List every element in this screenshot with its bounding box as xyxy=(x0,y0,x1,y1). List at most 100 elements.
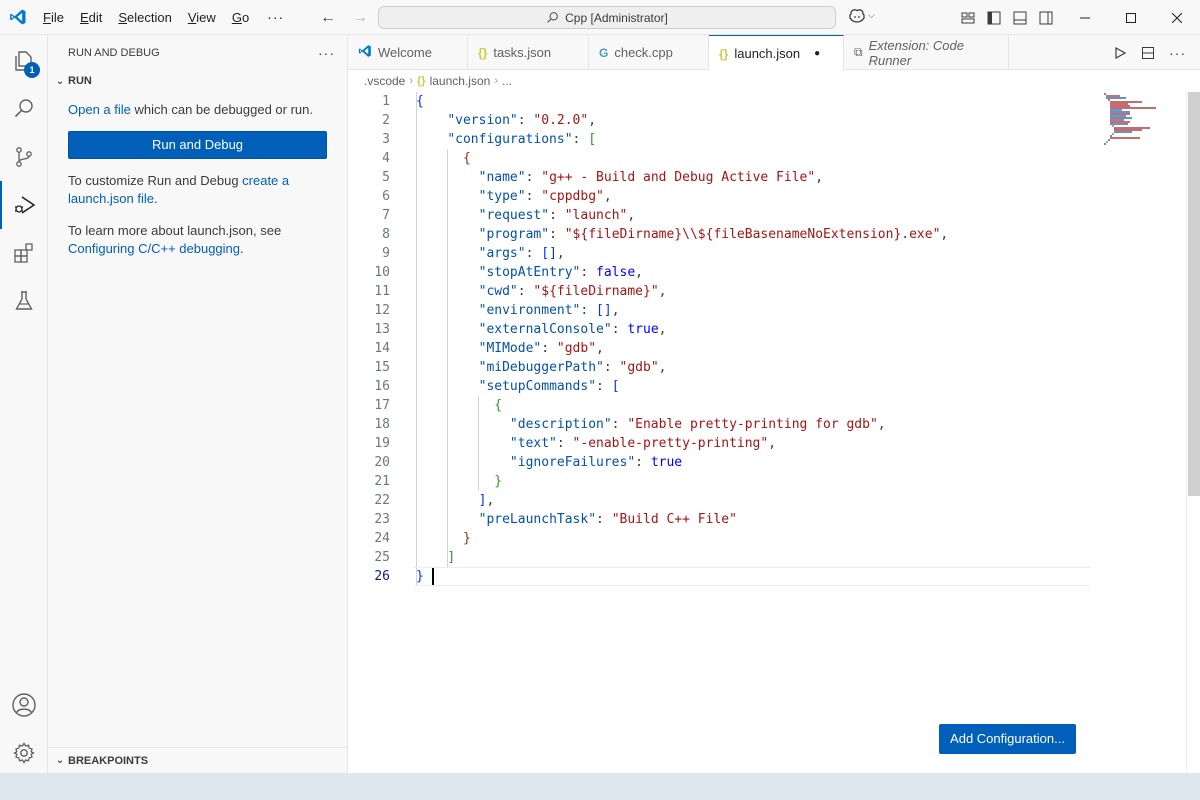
toggle-secondary-sidebar-icon[interactable] xyxy=(1038,10,1054,26)
toggle-panel-icon[interactable] xyxy=(1012,10,1028,26)
add-configuration-button[interactable]: Add Configuration... xyxy=(939,724,1076,754)
sidebar-more-actions-icon[interactable]: ··· xyxy=(318,45,335,61)
breadcrumb-tail[interactable]: ... xyxy=(502,74,512,88)
learn-text-end: . xyxy=(240,241,244,256)
code-token: "request" xyxy=(478,208,550,223)
menu-item-file[interactable]: File xyxy=(35,0,72,35)
command-center-search[interactable]: Cpp [Administrator] xyxy=(378,6,836,29)
code-editor[interactable]: 1{2 "version": "0.2.0", 3 "configurations… xyxy=(348,92,1188,586)
code-line[interactable]: 12 "environment": [], xyxy=(348,301,1188,320)
code-line[interactable]: 21 } xyxy=(348,472,1188,491)
menu-bar: File Edit Selection View Go ··· xyxy=(35,0,294,35)
code-line[interactable]: 2 "version": "0.2.0", xyxy=(348,111,1188,130)
menu-item-go[interactable]: Go xyxy=(224,0,257,35)
minimap[interactable] xyxy=(1100,92,1190,152)
tab-tasks-json[interactable]: {} tasks.json xyxy=(468,35,589,70)
code-line[interactable]: 22 ], xyxy=(348,491,1188,510)
code-line[interactable]: 13 "externalConsole": true, xyxy=(348,320,1188,339)
vertical-scrollbar[interactable] xyxy=(1186,92,1200,773)
source-control-icon[interactable] xyxy=(0,133,48,181)
code-line[interactable]: 1{ xyxy=(348,92,1188,111)
breadcrumb-file[interactable]: launch.json xyxy=(430,74,491,88)
extensions-icon[interactable] xyxy=(0,229,48,277)
code-token: "stopAtEntry" xyxy=(478,265,581,280)
toggle-primary-sidebar-icon[interactable] xyxy=(986,10,1002,26)
tab-extension-code-runner[interactable]: ⧉ Extension: Code Runner xyxy=(844,35,1009,70)
maximize-icon[interactable] xyxy=(1108,0,1154,35)
open-file-link[interactable]: Open a file xyxy=(68,102,131,117)
line-number: 25 xyxy=(374,550,390,565)
code-line[interactable]: 26} xyxy=(348,567,1188,586)
back-arrow-icon[interactable]: ← xyxy=(318,9,338,27)
window-controls xyxy=(1062,0,1200,35)
tab-launch-json[interactable]: {} launch.json ● xyxy=(709,35,844,71)
code-line[interactable]: 6 "type": "cppdbg", xyxy=(348,187,1188,206)
code-line[interactable]: 10 "stopAtEntry": false, xyxy=(348,263,1188,282)
code-token: , xyxy=(768,436,777,451)
accounts-icon[interactable] xyxy=(0,681,48,729)
more-actions-icon[interactable]: ··· xyxy=(1169,45,1186,61)
current-line-highlight xyxy=(414,567,1090,586)
code-text: "preLaunchTask": "Build C++ File" xyxy=(416,510,737,529)
manage-gear-icon[interactable] xyxy=(0,729,48,777)
code-line[interactable]: 11 "cwd": "${fileDirname}", xyxy=(348,282,1188,301)
minimize-icon[interactable] xyxy=(1062,0,1108,35)
run-icon[interactable] xyxy=(1113,46,1127,60)
code-line[interactable]: 8 "program": "${fileDirname}\\${fileBase… xyxy=(348,225,1188,244)
testing-icon[interactable] xyxy=(0,277,48,325)
split-editor-icon[interactable] xyxy=(1141,46,1155,60)
code-line[interactable]: 5 "name": "g++ - Build and Debug Active … xyxy=(348,168,1188,187)
line-number: 18 xyxy=(374,417,390,432)
code-line[interactable]: 18 "description": "Enable pretty-printin… xyxy=(348,415,1188,434)
tab-welcome[interactable]: Welcome xyxy=(348,35,468,70)
sidebar-header: RUN AND DEBUG ··· xyxy=(48,35,347,70)
code-line[interactable]: 24 } xyxy=(348,529,1188,548)
code-token: , xyxy=(635,265,643,280)
menu-item-edit[interactable]: Edit xyxy=(72,0,110,35)
code-line[interactable]: 4 { xyxy=(348,149,1188,168)
menu-item-selection[interactable]: Selection xyxy=(110,0,179,35)
breakpoints-section-header[interactable]: ⌄ BREAKPOINTS xyxy=(48,747,347,773)
code-line[interactable]: 20 "ignoreFailures": true xyxy=(348,453,1188,472)
configuring-debugging-link[interactable]: Configuring C/C++ debugging xyxy=(68,241,240,256)
code-text: ], xyxy=(416,491,495,510)
code-line[interactable]: 17 { xyxy=(348,396,1188,415)
run-section-header[interactable]: ⌄ RUN xyxy=(48,70,347,92)
open-file-rest: which can be debugged or run. xyxy=(130,102,314,117)
code-line[interactable]: 9 "args": [], xyxy=(348,244,1188,263)
json-file-icon: {} xyxy=(417,75,426,87)
explorer-icon[interactable]: 1 xyxy=(0,37,48,85)
code-line[interactable]: 3 "configurations": [ xyxy=(348,130,1188,149)
menu-item-view[interactable]: View xyxy=(180,0,224,35)
code-line[interactable]: 19 "text": "-enable-pretty-printing", xyxy=(348,434,1188,453)
close-icon[interactable] xyxy=(1154,0,1200,35)
search-icon[interactable] xyxy=(0,85,48,133)
copilot-button[interactable]: ⌵ xyxy=(848,7,875,23)
unsaved-dot-icon[interactable]: ● xyxy=(814,48,820,59)
breadcrumb-folder[interactable]: .vscode xyxy=(364,74,405,88)
tab-check-cpp[interactable]: Gcheck.cpp xyxy=(589,35,709,70)
code-line[interactable]: 15 "miDebuggerPath": "gdb", xyxy=(348,358,1188,377)
code-line[interactable]: 25 ] xyxy=(348,548,1188,567)
run-and-debug-button[interactable]: Run and Debug xyxy=(68,131,327,159)
code-token: { xyxy=(416,94,424,109)
menu-more-icon[interactable]: ··· xyxy=(257,0,294,35)
customize-layout-icon[interactable] xyxy=(960,10,976,26)
code-text: "cwd": "${fileDirname}", xyxy=(416,282,667,301)
code-line[interactable]: 23 "preLaunchTask": "Build C++ File" xyxy=(348,510,1188,529)
code-token: : xyxy=(635,455,651,470)
code-token: { xyxy=(462,151,471,166)
code-line[interactable]: 16 "setupCommands": [ xyxy=(348,377,1188,396)
code-token: "program" xyxy=(478,227,550,242)
vscode-icon xyxy=(358,44,372,61)
code-token: "name" xyxy=(478,170,526,185)
scrollbar-thumb[interactable] xyxy=(1188,92,1200,496)
run-and-debug-icon[interactable] xyxy=(0,181,48,229)
code-line[interactable]: 7 "request": "launch", xyxy=(348,206,1188,225)
code-line[interactable]: 14 "MIMode": "gdb", xyxy=(348,339,1188,358)
forward-arrow-icon[interactable]: → xyxy=(350,9,370,27)
